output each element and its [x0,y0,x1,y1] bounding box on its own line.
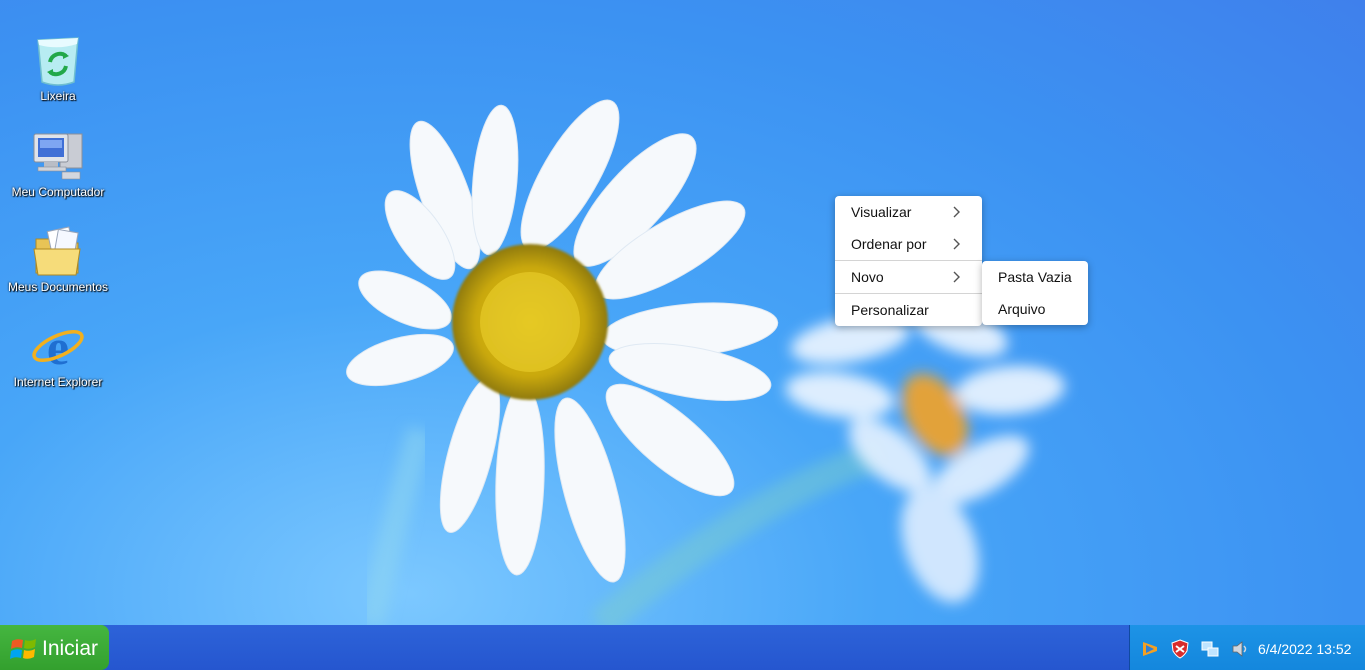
menu-item-arquivo[interactable]: Arquivo [982,293,1088,325]
desktop-context-menu: Visualizar Ordenar por Novo Personalizar [835,196,982,326]
menu-item-label: Novo [851,269,884,285]
system-tray: 6/4/2022 13:52 [1129,625,1365,670]
desktop-icon-my-computer[interactable]: Meu Computador [0,128,116,199]
menu-item-pasta-vazia[interactable]: Pasta Vazia [982,261,1088,293]
desktop-background[interactable]: Lixeira Meu Computador Meus Documentos e… [0,0,1365,625]
menu-item-ordenar-por[interactable]: Ordenar por [835,228,982,260]
internet-explorer-icon: e [30,318,86,375]
media-player-icon[interactable] [1140,639,1160,659]
desktop-icon-label: Meu Computador [11,185,105,199]
menu-item-personalizar[interactable]: Personalizar [835,294,982,326]
clock[interactable]: 6/4/2022 13:52 [1258,641,1351,657]
desktop-icon-recycle-bin[interactable]: Lixeira [0,32,116,103]
menu-item-label: Visualizar [851,204,912,220]
menu-item-label: Personalizar [851,302,929,318]
security-shield-icon[interactable] [1170,639,1190,659]
wallpaper-daisy [346,99,1065,625]
chevron-right-icon [953,238,960,250]
menu-item-label: Ordenar por [851,236,927,252]
desktop-icon-label: Lixeira [40,89,76,103]
taskbar: Iniciar 6/4/2022 13:52 [0,625,1365,670]
chevron-right-icon [953,271,960,283]
recycle-bin-icon [30,32,86,88]
submenu-novo: Pasta Vazia Arquivo [982,261,1088,325]
my-documents-icon [30,223,86,279]
svg-text:e: e [47,319,69,374]
desktop-icon-my-documents[interactable]: Meus Documentos [0,223,116,294]
start-button[interactable]: Iniciar [0,625,109,670]
volume-icon[interactable] [1230,639,1250,659]
desktop-icon-label: Meus Documentos [7,280,109,294]
chevron-right-icon [953,206,960,218]
menu-item-label: Pasta Vazia [998,269,1072,285]
my-computer-icon [30,128,86,184]
network-icon[interactable] [1200,639,1220,659]
windows-logo-icon [10,639,36,659]
menu-item-novo[interactable]: Novo [835,261,982,293]
start-label: Iniciar [42,637,99,660]
desktop-icon-internet-explorer[interactable]: e Internet Explorer [0,318,116,389]
desktop-icon-label: Internet Explorer [13,375,103,389]
menu-item-visualizar[interactable]: Visualizar [835,196,982,228]
menu-item-label: Arquivo [998,301,1046,317]
